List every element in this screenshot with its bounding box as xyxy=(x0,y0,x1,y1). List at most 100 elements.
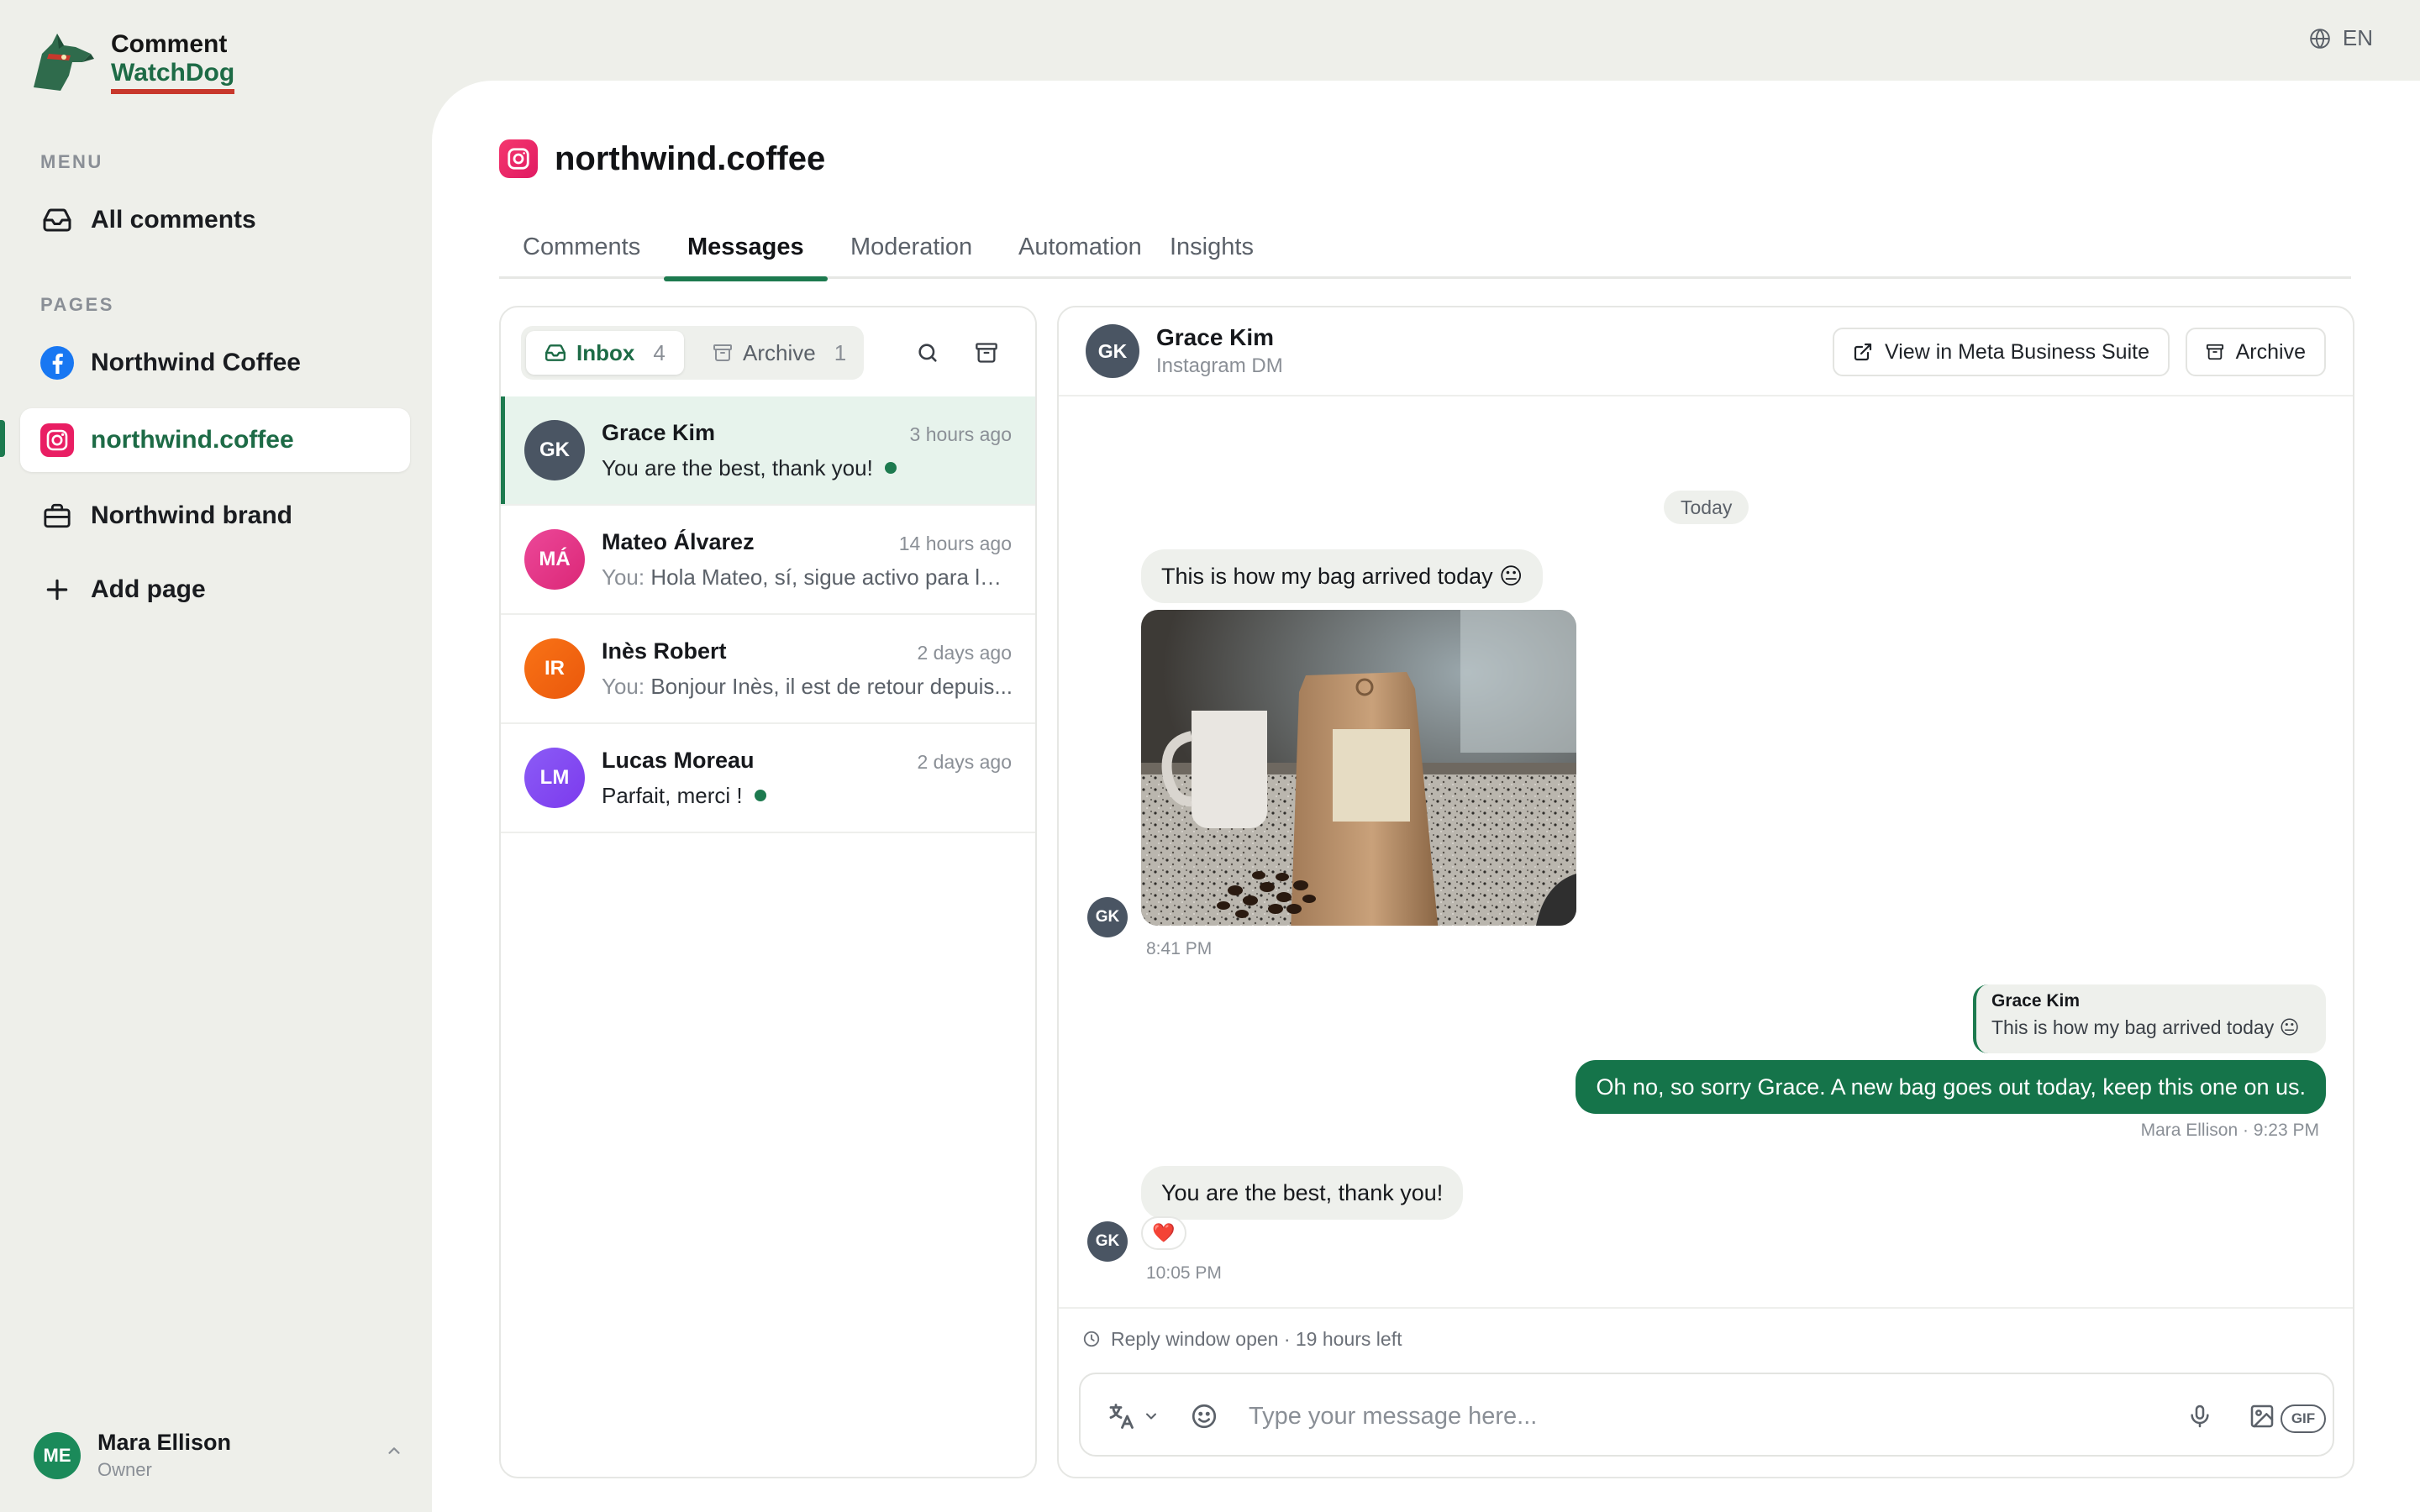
external-link-icon xyxy=(1854,343,1872,361)
chat-channel: Instagram DM xyxy=(1156,354,1283,377)
inbox-filter-label: Inbox xyxy=(576,339,635,365)
tab-automation[interactable]: Automation xyxy=(995,227,1165,279)
translate-icon xyxy=(1109,1404,1134,1429)
message-reaction[interactable]: ❤️ xyxy=(1141,1216,1186,1250)
inbox-filter-button[interactable]: Inbox 4 xyxy=(526,331,684,375)
incoming-message[interactable]: This is how my bag arrived today 😐 xyxy=(1141,549,1544,603)
unread-dot xyxy=(754,790,766,801)
translate-button[interactable] xyxy=(1106,1399,1160,1433)
date-divider: Today xyxy=(1664,491,1749,524)
message-input[interactable] xyxy=(1249,1399,2139,1433)
archive-count: 1 xyxy=(834,339,847,365)
contact-name: Grace Kim xyxy=(602,420,716,445)
gif-button[interactable]: GIF xyxy=(2281,1402,2326,1436)
sidebar: Comment WatchDog MENU All comments PAGES… xyxy=(0,0,430,1512)
conversation-item[interactable]: IR Inès Robert 2 days ago You: Bonjour I… xyxy=(501,615,1035,724)
archive-icon xyxy=(2206,344,2223,360)
archive-filter-label: Archive xyxy=(743,339,816,365)
language-switcher[interactable]: EN xyxy=(2309,25,2373,51)
contact-avatar: GK xyxy=(1086,324,1139,378)
user-menu[interactable]: ME Mara Ellison Owner xyxy=(34,1430,403,1481)
contact-avatar: IR xyxy=(524,638,585,699)
conversation-item[interactable]: MÁ Mateo Álvarez 14 hours ago You: Hola … xyxy=(501,506,1035,615)
nav-page-label: Northwind brand xyxy=(91,501,292,529)
conversation-time: 2 days ago xyxy=(917,751,1012,773)
user-avatar: ME xyxy=(34,1431,81,1479)
reply-window-status: Reply window open · 19 hours left xyxy=(1059,1307,2353,1350)
nav-page-northwind-coffee-instagram[interactable]: northwind.coffee xyxy=(20,408,410,472)
tab-moderation[interactable]: Moderation xyxy=(827,227,996,279)
chat-header: GK Grace Kim Instagram DM View in Meta B… xyxy=(1059,307,2353,396)
user-role: Owner xyxy=(97,1459,152,1480)
contact-avatar: GK xyxy=(1087,1221,1128,1262)
archive-all-icon[interactable] xyxy=(971,338,1002,368)
view-in-meta-label: View in Meta Business Suite xyxy=(1885,339,2149,364)
briefcase-icon xyxy=(40,499,74,533)
nav-all-comments[interactable]: All comments xyxy=(20,188,410,252)
facebook-icon xyxy=(40,346,74,380)
main-content: northwind.coffee Comments Messages Moder… xyxy=(432,81,2420,1512)
add-page-button[interactable]: Add page xyxy=(20,558,410,622)
chevron-down-icon xyxy=(1146,1413,1156,1420)
conversation-preview: Hola Mateo, sí, sigue activo para la ... xyxy=(650,564,1013,590)
contact-avatar: LM xyxy=(524,748,585,808)
gif-icon: GIF xyxy=(2281,1404,2326,1433)
view-in-meta-button[interactable]: View in Meta Business Suite xyxy=(1833,328,2170,376)
quoted-author: Grace Kim xyxy=(1991,991,2081,1011)
user-name: Mara Ellison xyxy=(97,1430,232,1455)
message-time: 8:41 PM xyxy=(1146,939,1213,958)
unread-dot xyxy=(884,462,897,474)
chevron-up-icon xyxy=(385,1441,403,1464)
inbox-icon xyxy=(40,203,74,237)
app-name-line2: WatchDog xyxy=(111,59,235,94)
chat-contact-name: Grace Kim xyxy=(1156,324,1275,350)
outgoing-message-meta: Mara Ellison · 9:23 PM xyxy=(2140,1121,2319,1140)
nav-page-northwind-coffee[interactable]: Northwind Coffee xyxy=(20,331,410,395)
nav-page-northwind-brand[interactable]: Northwind brand xyxy=(20,484,410,548)
archive-icon xyxy=(713,344,732,361)
conversation-time: 3 hours ago xyxy=(909,423,1012,445)
tab-insights[interactable]: Insights xyxy=(1146,227,1277,279)
microphone-icon xyxy=(2191,1404,2209,1428)
contact-avatar: GK xyxy=(1087,897,1128,937)
conversation-preview: You are the best, thank you! xyxy=(602,455,873,480)
add-page-label: Add page xyxy=(91,575,206,603)
archive-button-label: Archive xyxy=(2235,339,2306,364)
contact-name: Mateo Álvarez xyxy=(602,529,755,554)
conversation-time: 2 days ago xyxy=(917,642,1012,664)
archive-conversation-button[interactable]: Archive xyxy=(2185,328,2326,376)
incoming-message[interactable]: You are the best, thank you! xyxy=(1141,1166,1464,1220)
tab-messages[interactable]: Messages xyxy=(664,227,828,281)
conversation-list-panel: Inbox 4 Archive 1 GK Grace Kim 3 hours a… xyxy=(499,306,1037,1478)
app-logo[interactable]: Comment WatchDog xyxy=(27,29,235,99)
emoji-button[interactable] xyxy=(1190,1399,1218,1433)
conversation-item[interactable]: LM Lucas Moreau 2 days ago Parfait, merc… xyxy=(501,724,1035,833)
nav-all-comments-label: All comments xyxy=(91,206,256,234)
heart-icon: ❤️ xyxy=(1152,1222,1176,1243)
inbox-count: 4 xyxy=(653,339,666,365)
quoted-reply: Grace Kim This is how my bag arrived tod… xyxy=(1973,984,2326,1053)
nav-page-label: northwind.coffee xyxy=(91,426,294,454)
conversation-time: 14 hours ago xyxy=(898,533,1012,554)
page-title: northwind.coffee xyxy=(555,139,826,177)
message-photo[interactable] xyxy=(1141,610,1576,926)
clock-icon xyxy=(1083,1331,1100,1347)
reply-window-text: Reply window open · 19 hours left xyxy=(1111,1327,1402,1350)
archive-filter-button[interactable]: Archive 1 xyxy=(694,331,865,375)
quoted-text: This is how my bag arrived today 😐 xyxy=(1991,1016,2300,1038)
language-code: EN xyxy=(2342,25,2373,50)
contact-avatar: GK xyxy=(524,420,585,480)
image-icon xyxy=(2250,1404,2274,1428)
coffee-bag-photo-icon xyxy=(1141,610,1576,926)
voice-message-button[interactable] xyxy=(2186,1399,2213,1433)
search-icon[interactable] xyxy=(913,338,943,368)
conversation-item[interactable]: GK Grace Kim 3 hours ago You are the bes… xyxy=(501,396,1035,506)
attach-image-button[interactable] xyxy=(2249,1399,2275,1433)
inbox-icon xyxy=(544,344,566,361)
plus-icon xyxy=(40,573,74,606)
outgoing-message[interactable]: Oh no, so sorry Grace. A new bag goes ou… xyxy=(1576,1060,2326,1114)
globe-icon xyxy=(2310,28,2330,49)
nav-page-label: Northwind Coffee xyxy=(91,349,301,376)
contact-name: Lucas Moreau xyxy=(602,748,755,773)
tab-comments[interactable]: Comments xyxy=(499,227,664,279)
